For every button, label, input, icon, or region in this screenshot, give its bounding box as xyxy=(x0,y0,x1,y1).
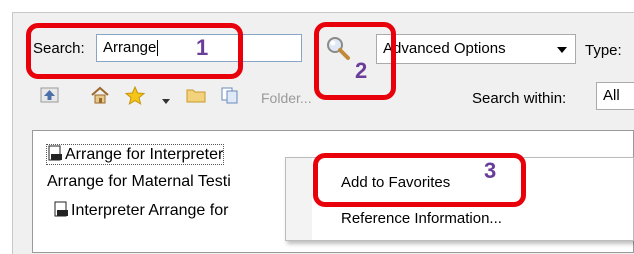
advanced-options-select[interactable]: Advanced Options xyxy=(376,34,576,64)
context-menu-gutter xyxy=(286,158,312,240)
menu-item-reference-information[interactable]: Reference Information... xyxy=(341,210,502,227)
advanced-options-label: Advanced Options xyxy=(383,40,506,57)
search-within-label: Search within: xyxy=(472,90,567,107)
list-item-label: Arrange for Interpreter xyxy=(65,146,224,163)
list-item[interactable]: Arrange for Interpreter xyxy=(45,144,225,165)
star-icon xyxy=(124,85,146,106)
step-number-2: 2 xyxy=(355,58,368,83)
folder-icon xyxy=(186,89,206,103)
search-within-value: All xyxy=(603,87,620,104)
list-item-label: Arrange for Maternal Testi xyxy=(47,173,231,190)
home-button[interactable] xyxy=(90,86,110,109)
copy-button[interactable] xyxy=(220,86,240,109)
up-folder-button[interactable] xyxy=(40,86,60,109)
up-arrow-icon xyxy=(40,87,59,103)
list-item[interactable]: Arrange for Maternal Testi xyxy=(47,173,231,191)
chevron-down-icon xyxy=(162,99,170,104)
search-within-select[interactable]: All xyxy=(596,82,634,110)
step-number-1: 1 xyxy=(196,35,209,60)
step-number-3: 3 xyxy=(484,158,497,183)
chevron-down-icon xyxy=(557,47,567,53)
folder-button[interactable] xyxy=(186,86,206,109)
favorites-button[interactable] xyxy=(124,85,146,111)
copy-icon xyxy=(221,87,238,104)
highlight-box-search xyxy=(26,23,243,79)
list-item-label: Interpreter Arrange for xyxy=(71,202,229,219)
folder-label: Folder... xyxy=(261,90,312,106)
home-icon xyxy=(91,86,109,104)
list-item[interactable]: Interpreter Arrange for xyxy=(53,201,228,220)
document-icon xyxy=(48,145,62,161)
favorites-dropdown[interactable] xyxy=(162,92,170,110)
document-icon xyxy=(54,201,68,217)
type-label: Type: xyxy=(585,42,622,59)
